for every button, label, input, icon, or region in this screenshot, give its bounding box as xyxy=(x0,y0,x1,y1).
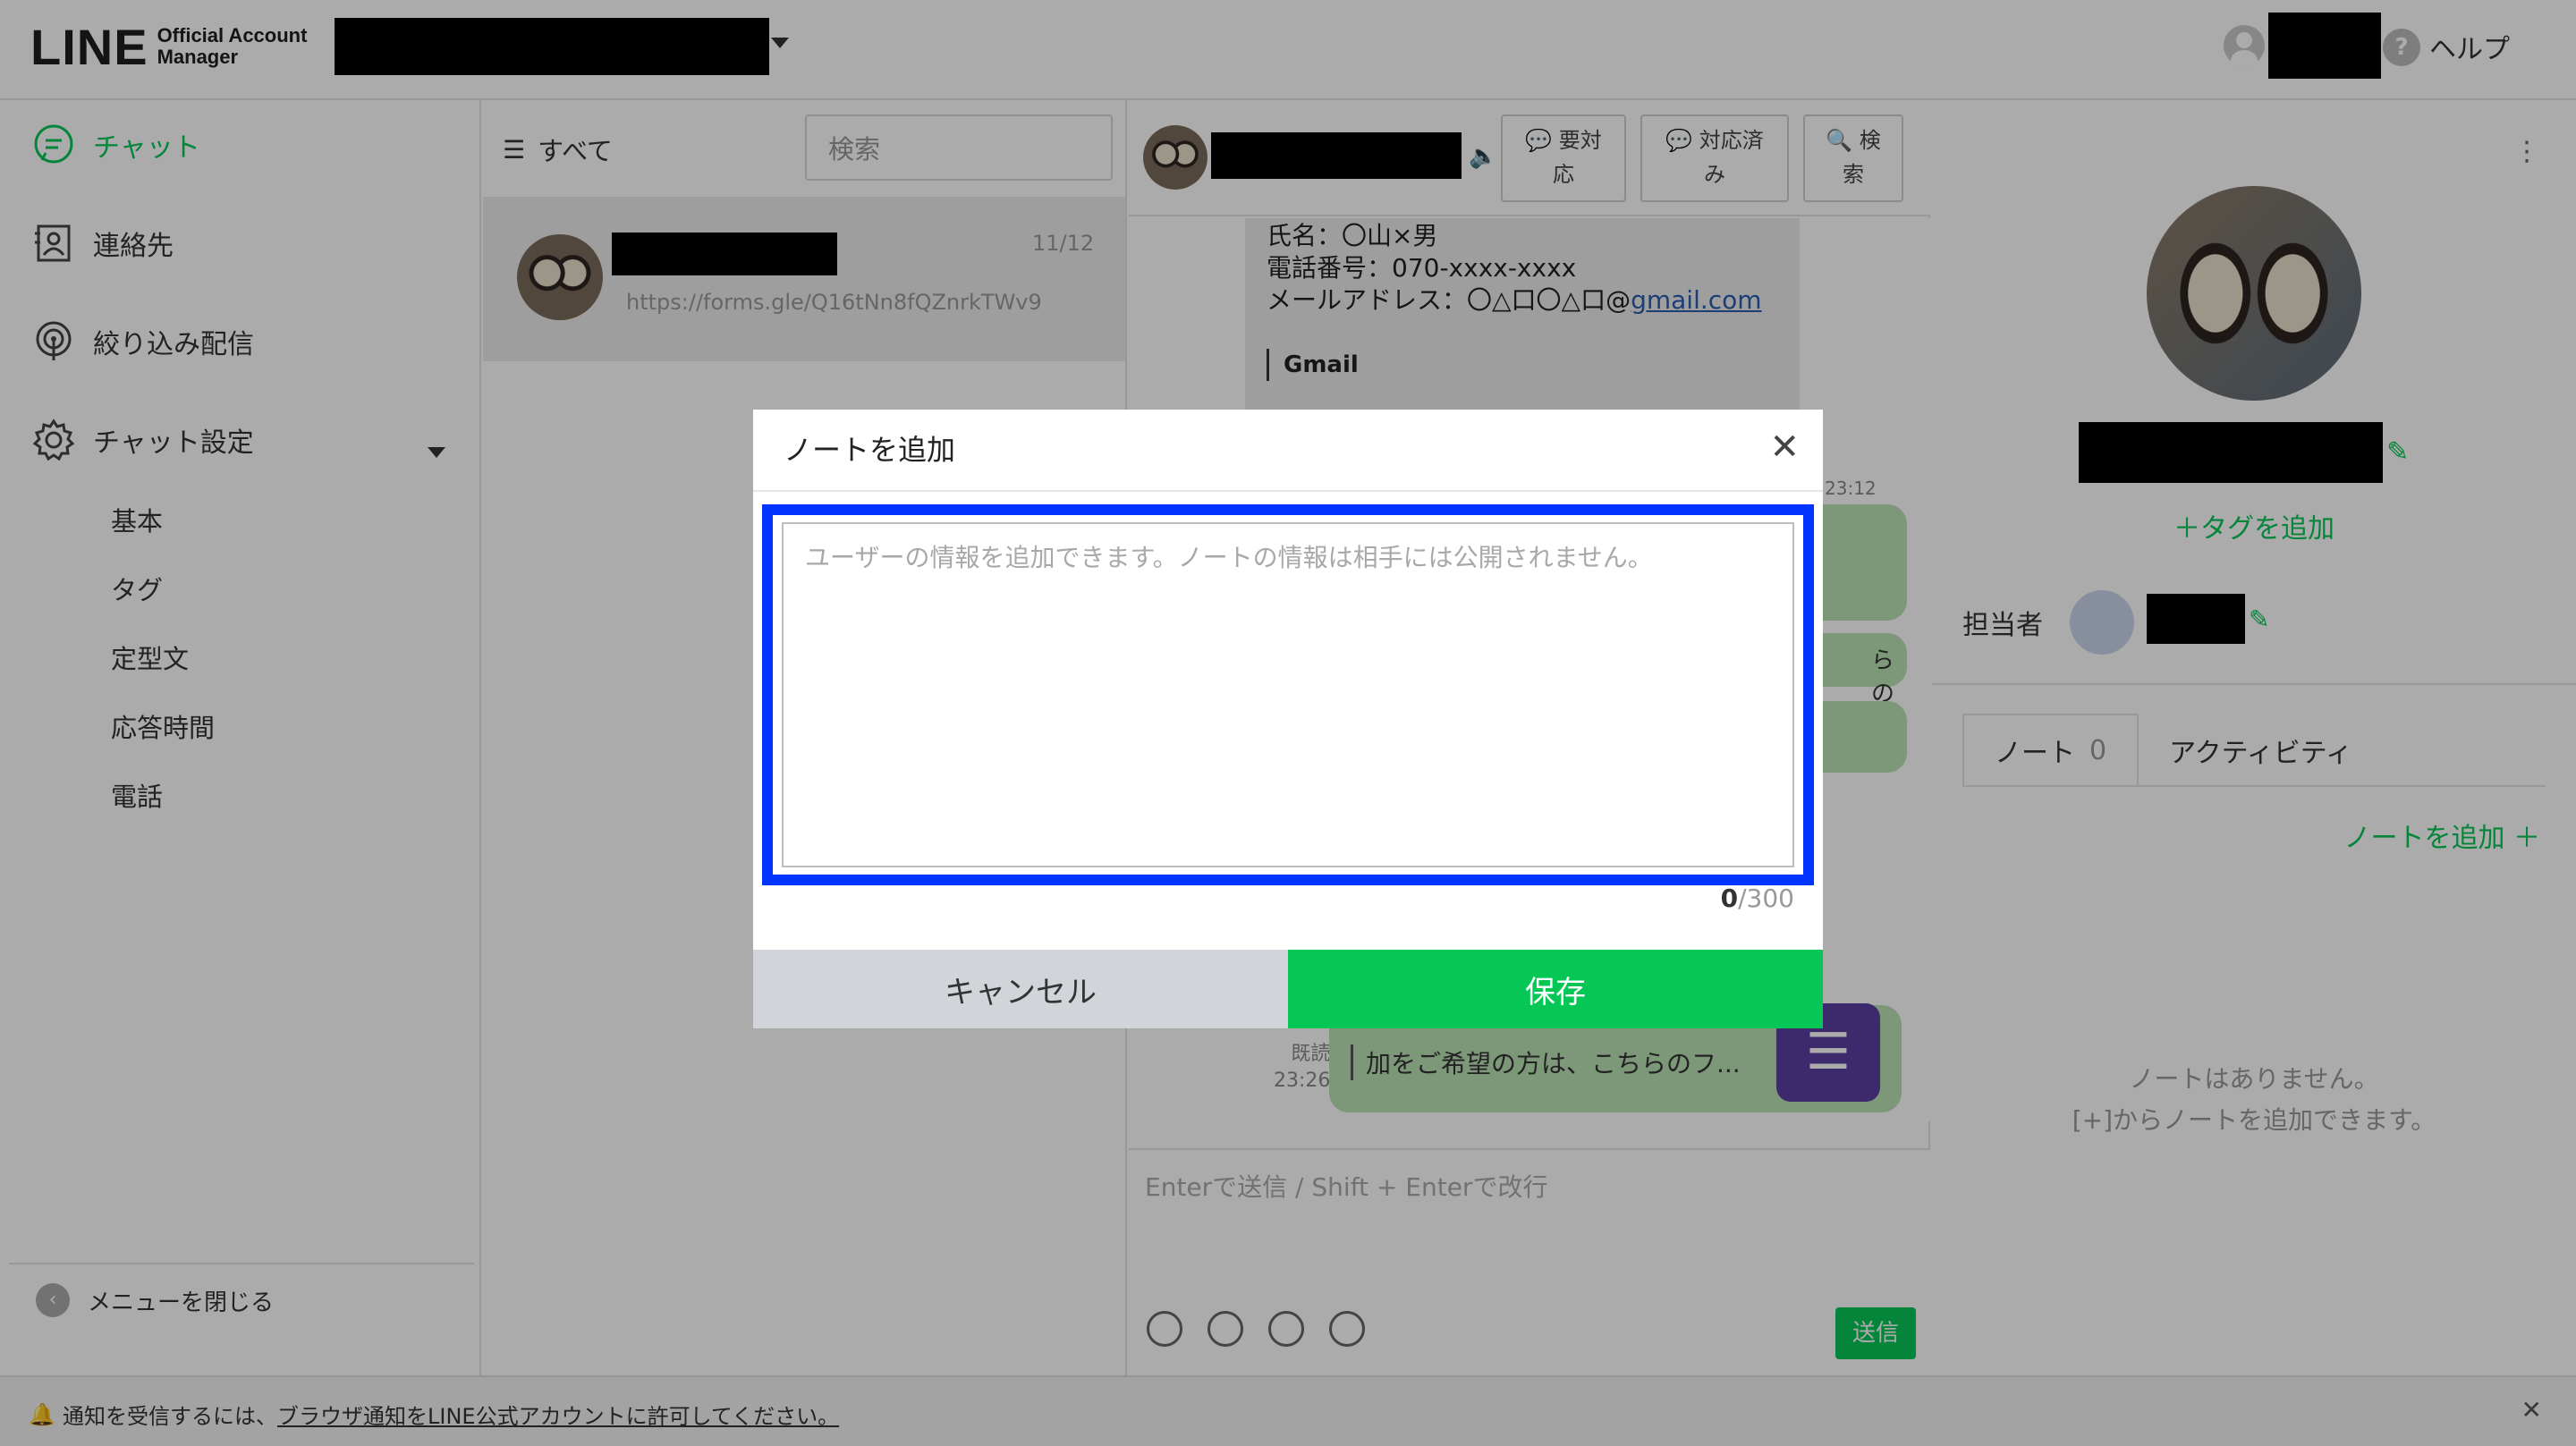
cancel-button[interactable]: キャンセル xyxy=(753,950,1288,1028)
note-textarea[interactable] xyxy=(782,522,1794,867)
app-root: LINE Official Account Manager ? ヘルプ チャット… xyxy=(0,0,2576,1446)
add-note-dialog: ノートを追加 ✕ 0/300 キャンセル 保存 xyxy=(753,410,1823,1028)
save-button[interactable]: 保存 xyxy=(1288,950,1823,1028)
char-count-current: 0 xyxy=(1720,884,1739,913)
close-icon[interactable]: ✕ xyxy=(1769,426,1800,469)
char-count-max: /300 xyxy=(1738,884,1794,913)
dialog-title: ノートを追加 xyxy=(784,433,956,467)
character-counter: 0/300 xyxy=(1721,884,1794,913)
divider xyxy=(753,490,1823,492)
